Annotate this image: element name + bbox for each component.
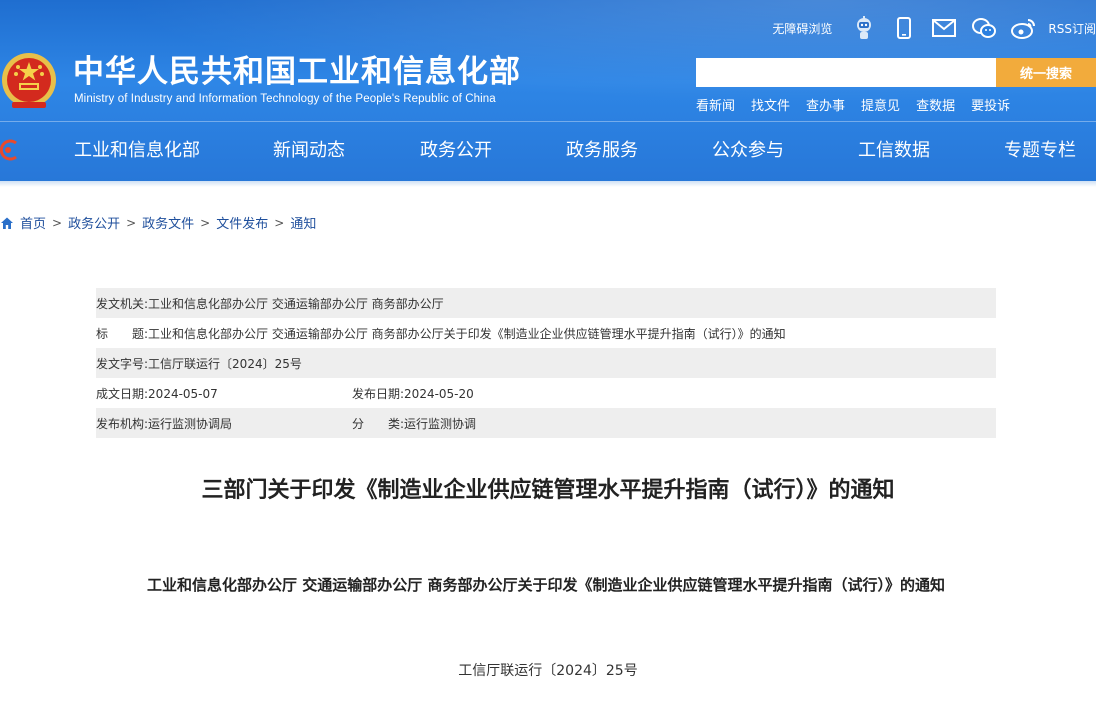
quick-link-services[interactable]: 查办事 [806, 95, 845, 114]
org-value: 运行监测协调局 [148, 416, 233, 431]
article-doc-number: 工信厅联运行〔2024〕25号 [458, 663, 638, 679]
created-date-value: 2024-05-07 [148, 386, 218, 401]
nav-item-topics[interactable]: 专题专栏 [1004, 136, 1076, 162]
header-shadow [0, 181, 1096, 187]
home-icon[interactable] [0, 216, 14, 230]
national-emblem-icon[interactable] [0, 50, 58, 112]
info-row-org: 发布机构:运行监测协调局 分 类:运行监测协调 [96, 408, 996, 438]
issuer-label: 发文机关: [96, 296, 149, 311]
category-value: 运行监测协调 [404, 416, 477, 431]
document-info-table: 发文机关:工业和信息化部办公厅 交通运输部办公厅 商务部办公厅 标 题:工业和信… [96, 288, 996, 438]
doc-number-value: 工信厅联运行〔2024〕25号 [148, 356, 302, 371]
search-button[interactable]: 统一搜索 [996, 58, 1096, 87]
info-row-dates: 成文日期:2024-05-07 发布日期:2024-05-20 [96, 378, 996, 408]
breadcrumb-gov-documents[interactable]: 政务文件 [142, 213, 194, 232]
info-row-title: 标 题:工业和信息化部办公厅 交通运输部办公厅 商务部办公厅关于印发《制造业企业… [96, 318, 996, 348]
created-date-label: 成文日期: [96, 386, 149, 401]
quick-link-data[interactable]: 查数据 [916, 95, 955, 114]
wechat-icon[interactable] [966, 14, 1002, 42]
mail-icon[interactable] [926, 14, 962, 42]
breadcrumb-separator: > [200, 215, 211, 230]
breadcrumb-file-release[interactable]: 文件发布 [216, 213, 268, 232]
weibo-icon[interactable] [1006, 14, 1042, 42]
ministry-logo-icon [0, 139, 17, 161]
accessibility-link[interactable]: 无障碍浏览 [772, 20, 832, 37]
breadcrumb-separator: > [274, 215, 285, 230]
nav-item-gov-services[interactable]: 政务服务 [566, 136, 638, 162]
site-subtitle: Ministry of Industry and Information Tec… [74, 93, 496, 105]
title-label: 标 题: [96, 326, 149, 341]
info-row-doc-number: 发文字号:工信厅联运行〔2024〕25号 [96, 348, 996, 378]
top-utility-bar: 无障碍浏览 RSS订阅 [772, 14, 1096, 42]
rss-link[interactable]: RSS订阅 [1048, 20, 1096, 37]
quick-link-news[interactable]: 看新闻 [696, 95, 735, 114]
search-input[interactable] [696, 58, 996, 87]
robot-icon[interactable] [846, 14, 882, 42]
published-date-value: 2024-05-20 [404, 386, 474, 401]
breadcrumb-notice[interactable]: 通知 [290, 213, 316, 232]
nav-item-news[interactable]: 新闻动态 [273, 136, 345, 162]
category-label: 分 类: [352, 416, 405, 431]
org-label: 发布机构: [96, 416, 149, 431]
published-date-label: 发布日期: [352, 386, 405, 401]
site-header: 中华人民共和国工业和信息化部 Ministry of Industry and … [0, 0, 1096, 183]
issuer-value: 工业和信息化部办公厅 交通运输部办公厅 商务部办公厅 [148, 296, 444, 311]
breadcrumb-gov-affairs[interactable]: 政务公开 [68, 213, 120, 232]
breadcrumb-separator: > [52, 215, 63, 230]
nav-item-gov-affairs[interactable]: 政务公开 [420, 136, 492, 162]
nav-item-public-participation[interactable]: 公众参与 [712, 136, 784, 162]
info-row-issuer: 发文机关:工业和信息化部办公厅 交通运输部办公厅 商务部办公厅 [96, 288, 996, 318]
breadcrumb-home[interactable]: 首页 [20, 213, 46, 232]
quick-link-feedback[interactable]: 提意见 [861, 95, 900, 114]
breadcrumb-separator: > [126, 215, 137, 230]
main-nav: 工业和信息化部 新闻动态 政务公开 政务服务 公众参与 工信数据 专题专栏 [0, 122, 1096, 177]
quick-link-files[interactable]: 找文件 [751, 95, 790, 114]
breadcrumb: 首页 > 政务公开 > 政务文件 > 文件发布 > 通知 [0, 213, 316, 232]
doc-number-label: 发文字号: [96, 356, 149, 371]
nav-item-ministry[interactable]: 工业和信息化部 [74, 136, 200, 162]
quick-links: 看新闻 找文件 查办事 提意见 查数据 要投诉 [696, 95, 1026, 114]
site-title: 中华人民共和国工业和信息化部 [73, 54, 521, 90]
article-title: 三部门关于印发《制造业企业供应链管理水平提升指南（试行）》的通知 [201, 478, 895, 503]
quick-link-complaint[interactable]: 要投诉 [971, 95, 1010, 114]
title-value: 工业和信息化部办公厅 交通运输部办公厅 商务部办公厅关于印发《制造业企业供应链管… [148, 326, 786, 341]
article-subtitle: 工业和信息化部办公厅 交通运输部办公厅 商务部办公厅关于印发《制造业企业供应链管… [147, 576, 945, 594]
mobile-icon[interactable] [886, 14, 922, 42]
nav-item-data[interactable]: 工信数据 [858, 136, 930, 162]
